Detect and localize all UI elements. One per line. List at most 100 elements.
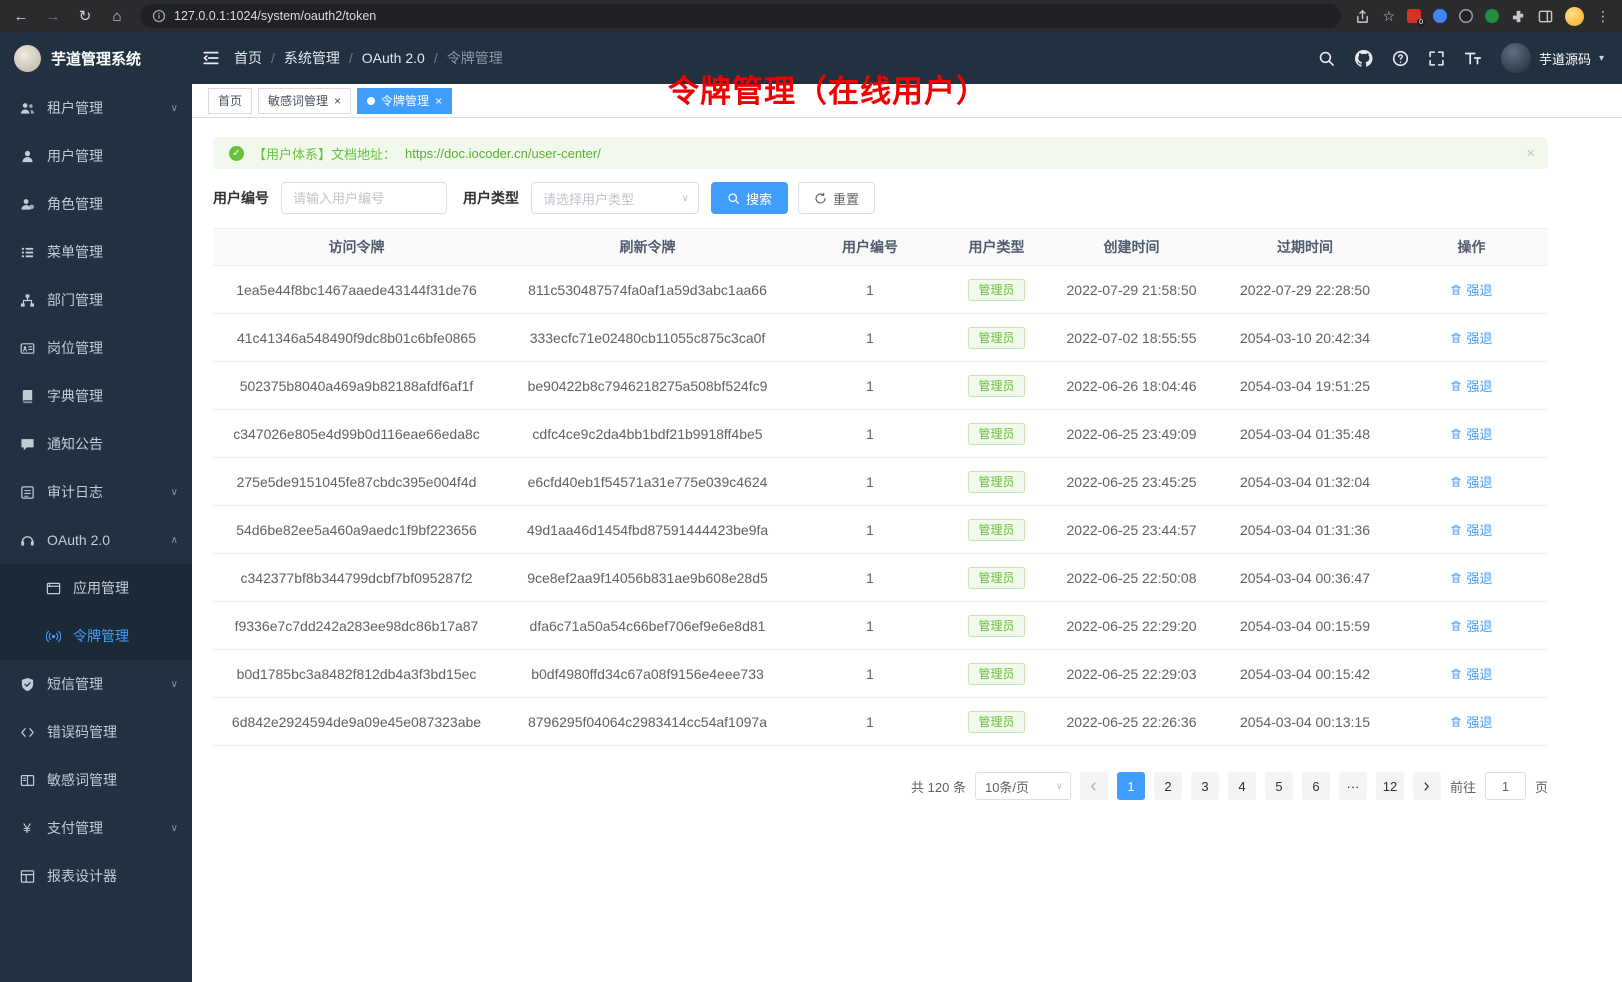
- page-button-1[interactable]: 1: [1117, 772, 1145, 800]
- sidebar-fold-icon[interactable]: [202, 49, 220, 67]
- access-token: 6d842e2924594de9a09e45e087323abe: [213, 698, 500, 746]
- forward-icon[interactable]: →: [44, 9, 62, 24]
- page-ellipsis-button[interactable]: ···: [1339, 772, 1367, 800]
- sidebar-item-oauth-tokens[interactable]: 令牌管理: [0, 612, 192, 660]
- extension-green-icon[interactable]: [1485, 9, 1499, 23]
- created-time: 2022-07-02 18:55:55: [1048, 314, 1215, 362]
- prev-page-button[interactable]: [1080, 772, 1108, 800]
- breadcrumb-item[interactable]: OAuth 2.0: [362, 50, 425, 66]
- browser-menu-icon[interactable]: ⋮: [1596, 9, 1610, 23]
- sidebar-item-dict[interactable]: 字典管理: [0, 372, 192, 420]
- user-avatar: [1501, 43, 1531, 73]
- chevron-left-icon: [1088, 781, 1099, 792]
- breadcrumb-item[interactable]: 首页: [234, 48, 262, 68]
- alert-close-icon[interactable]: ×: [1526, 145, 1535, 162]
- extension-blue-icon[interactable]: [1433, 9, 1447, 23]
- help-icon[interactable]: [1392, 50, 1409, 67]
- extension-badge: 0: [1417, 19, 1425, 27]
- side-panel-icon[interactable]: [1538, 9, 1553, 24]
- user-type-badge: 管理员: [968, 471, 1024, 493]
- refresh-token: e6cfd40eb1f54571a31e775e039c4624: [500, 458, 795, 506]
- bookmark-star-icon[interactable]: ☆: [1382, 9, 1395, 23]
- sidebar-item-dept[interactable]: 部门管理: [0, 276, 192, 324]
- access-token: c347026e805e4d99b0d116eae66eda8c: [213, 410, 500, 458]
- sidebar-item-user[interactable]: 用户管理: [0, 132, 192, 180]
- force-logout-button[interactable]: 强退: [1450, 472, 1492, 491]
- home-icon[interactable]: ⌂: [108, 9, 126, 24]
- chevron-down-icon: ∨: [1056, 781, 1063, 792]
- fullscreen-icon[interactable]: [1428, 50, 1445, 67]
- address-bar[interactable]: 127.0.0.1:1024/system/oauth2/token: [140, 4, 1341, 28]
- sidebar-item-pay[interactable]: ¥ 支付管理 ∨: [0, 804, 192, 852]
- next-page-button[interactable]: [1413, 772, 1441, 800]
- force-logout-button[interactable]: 强退: [1450, 280, 1492, 299]
- expire-time: 2054-03-04 01:31:36: [1215, 506, 1395, 554]
- force-logout-button[interactable]: 强退: [1450, 712, 1492, 731]
- browser-profile-avatar[interactable]: [1565, 7, 1584, 26]
- user-type-badge: 管理员: [968, 423, 1024, 445]
- sidebar-item-post[interactable]: 岗位管理: [0, 324, 192, 372]
- tab-home[interactable]: 首页: [208, 88, 252, 114]
- github-icon[interactable]: [1354, 49, 1373, 68]
- site-info-icon[interactable]: [152, 9, 166, 23]
- table-row: 1ea5e44f8bc1467aaede43144f31de76 811c530…: [213, 266, 1548, 314]
- breadcrumb-item[interactable]: 系统管理: [284, 48, 340, 68]
- refresh-icon[interactable]: ↻: [76, 9, 94, 24]
- back-icon[interactable]: ←: [12, 9, 30, 24]
- force-logout-button[interactable]: 强退: [1450, 376, 1492, 395]
- sidebar-item-label: 令牌管理: [73, 626, 178, 646]
- page-button-4[interactable]: 4: [1228, 772, 1256, 800]
- force-logout-button[interactable]: 强退: [1450, 520, 1492, 539]
- created-time: 2022-06-25 22:29:03: [1048, 650, 1215, 698]
- page-button-5[interactable]: 5: [1265, 772, 1293, 800]
- tab-sensitive-word[interactable]: 敏感词管理 ×: [258, 88, 351, 114]
- col-created: 创建时间: [1048, 229, 1215, 266]
- force-logout-button[interactable]: 强退: [1450, 568, 1492, 587]
- sidebar-item-oauth-apps[interactable]: 应用管理: [0, 564, 192, 612]
- force-logout-label: 强退: [1466, 376, 1492, 395]
- sidebar-item-error-code[interactable]: 错误码管理: [0, 708, 192, 756]
- browser-actions: ☆ 0 ⋮: [1355, 7, 1610, 26]
- force-logout-button[interactable]: 强退: [1450, 616, 1492, 635]
- user-type-select[interactable]: 请选择用户类型 ∨: [531, 182, 699, 214]
- extension-red-icon[interactable]: 0: [1407, 9, 1421, 23]
- user-id-input[interactable]: [281, 182, 447, 214]
- force-logout-button[interactable]: 强退: [1450, 664, 1492, 683]
- sidebar-item-oauth[interactable]: OAuth 2.0 ∧: [0, 516, 192, 564]
- search-button[interactable]: 搜索: [711, 182, 788, 214]
- sidebar-item-menu[interactable]: 菜单管理: [0, 228, 192, 276]
- access-token: 54d6be82ee5a460a9aedc1f9bf223656: [213, 506, 500, 554]
- force-logout-button[interactable]: 强退: [1450, 328, 1492, 347]
- app-logo[interactable]: 芋道管理系统: [0, 32, 192, 84]
- page-button-6[interactable]: 6: [1302, 772, 1330, 800]
- delete-icon: [1450, 476, 1462, 488]
- doc-link[interactable]: https://doc.iocoder.cn/user-center/: [405, 146, 601, 161]
- roles-icon: [19, 196, 35, 212]
- tab-token[interactable]: 令牌管理 ×: [357, 88, 452, 114]
- user-menu[interactable]: 芋道源码 ▾: [1501, 43, 1604, 73]
- sidebar-item-sensitive-word[interactable]: 敏感词管理: [0, 756, 192, 804]
- sidebar-item-sms[interactable]: 短信管理 ∨: [0, 660, 192, 708]
- page-button-2[interactable]: 2: [1154, 772, 1182, 800]
- page-button-12[interactable]: 12: [1376, 772, 1404, 800]
- force-logout-label: 强退: [1466, 424, 1492, 443]
- sidebar-item-audit-log[interactable]: 审计日志 ∨: [0, 468, 192, 516]
- reset-button[interactable]: 重置: [798, 182, 875, 214]
- close-icon[interactable]: ×: [435, 95, 442, 107]
- page-button-3[interactable]: 3: [1191, 772, 1219, 800]
- extension-dark-icon[interactable]: [1459, 9, 1473, 23]
- page-size-select[interactable]: 10条/页 ∨: [975, 772, 1071, 800]
- extensions-puzzle-icon[interactable]: [1511, 9, 1526, 24]
- sidebar-item-notice[interactable]: 通知公告: [0, 420, 192, 468]
- close-icon[interactable]: ×: [334, 95, 341, 107]
- sidebar-item-tenant[interactable]: 租户管理 ∨: [0, 84, 192, 132]
- sidebar-item-role[interactable]: 角色管理: [0, 180, 192, 228]
- chevron-down-icon: ∨: [171, 487, 178, 498]
- chevron-down-icon: ∨: [171, 823, 178, 834]
- sidebar-item-report-designer[interactable]: 报表设计器: [0, 852, 192, 900]
- font-size-icon[interactable]: [1464, 49, 1482, 67]
- share-icon[interactable]: [1355, 9, 1370, 24]
- goto-page-input[interactable]: [1485, 772, 1526, 800]
- search-icon[interactable]: [1318, 50, 1335, 67]
- force-logout-button[interactable]: 强退: [1450, 424, 1492, 443]
